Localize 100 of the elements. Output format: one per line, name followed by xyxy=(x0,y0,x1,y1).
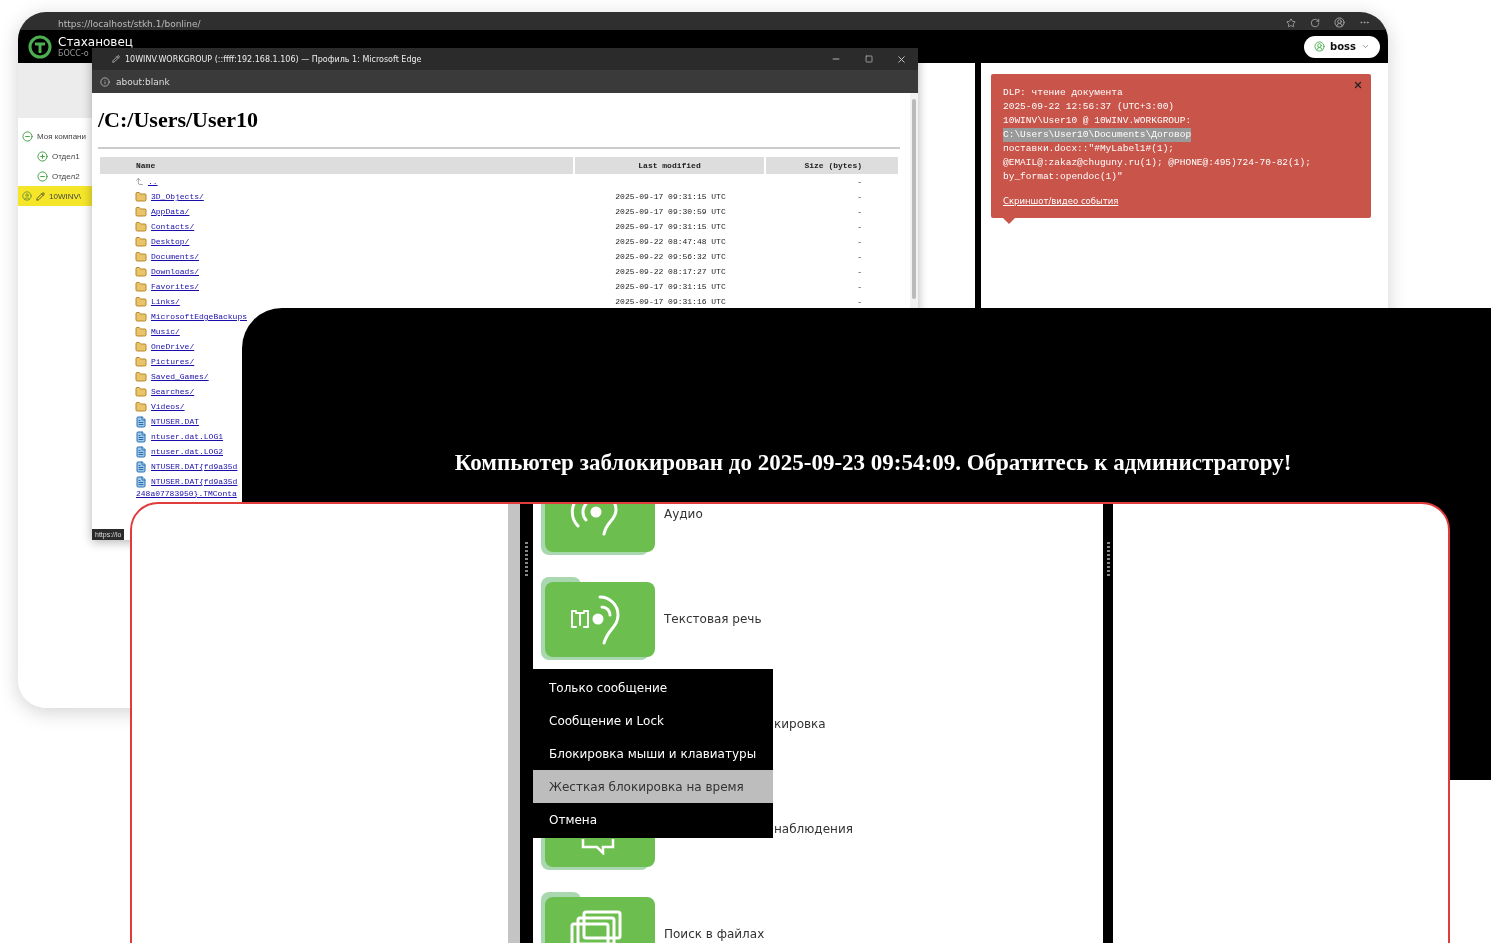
caret-icon xyxy=(1361,42,1370,51)
collapse-icon[interactable] xyxy=(22,130,33,142)
window-title: 10WINV.WORKGROUP (::ffff:192.168.1.106) — Профиль 1: Microsoft Edge xyxy=(125,54,422,64)
file-link[interactable]: .. xyxy=(148,177,158,186)
menu-item[interactable]: Блокировка мыши и клавиатуры xyxy=(533,737,773,770)
file-link[interactable]: Saved_Games/ xyxy=(151,372,209,381)
file-link[interactable]: OneDrive/ xyxy=(151,342,195,351)
close-icon xyxy=(896,53,907,65)
menu-item[interactable]: Сообщение и Lock xyxy=(533,704,773,737)
pencil-icon xyxy=(36,191,45,201)
file-link[interactable]: 248a07783950}.TMConta xyxy=(136,488,237,498)
folder-icon xyxy=(135,265,147,278)
file-size: - xyxy=(857,192,863,201)
tree-item[interactable]: Отдел1 xyxy=(18,146,92,166)
feature-tile[interactable] xyxy=(541,504,655,555)
folder-icon xyxy=(135,190,147,203)
file-link[interactable]: 3D_Objects/ xyxy=(151,192,204,201)
tree-item[interactable]: Моя компани xyxy=(18,126,92,146)
folder-icon xyxy=(135,325,147,338)
expand-icon[interactable] xyxy=(37,150,48,162)
file-link[interactable]: Favorites/ xyxy=(151,282,199,291)
file-size: - xyxy=(857,222,863,231)
file-link[interactable]: Music/ xyxy=(151,327,180,336)
modified-date: 2025-09-17 09:31:15 UTC xyxy=(615,192,726,201)
file-link[interactable]: NTUSER.DAT{fd9a35d xyxy=(151,477,238,486)
close-icon[interactable] xyxy=(1353,80,1363,90)
file-icon xyxy=(135,475,147,488)
file-link[interactable]: Contacts/ xyxy=(151,222,195,231)
modified-date: 2025-09-22 08:17:27 UTC xyxy=(615,267,726,276)
feature-tile[interactable] xyxy=(541,577,655,660)
app-name: Стахановец xyxy=(58,35,133,49)
folder-icon xyxy=(135,205,147,218)
info-icon[interactable] xyxy=(100,76,110,87)
folder-icon xyxy=(135,355,147,368)
modified-date: 2025-09-17 09:31:15 UTC xyxy=(615,222,726,231)
folder-icon xyxy=(135,400,147,413)
grip-handle[interactable] xyxy=(1106,542,1110,576)
file-size: - xyxy=(857,297,863,306)
file-link[interactable]: Pictures/ xyxy=(151,357,195,366)
modified-date: 2025-09-17 09:30:59 UTC xyxy=(615,207,726,216)
file-link[interactable]: Videos/ xyxy=(151,402,185,411)
user-circle-icon xyxy=(22,191,32,201)
up-arrow-icon xyxy=(135,177,144,186)
file-size: - xyxy=(857,282,863,291)
menu-item[interactable]: Жесткая блокировка на время xyxy=(533,770,773,803)
url-text[interactable]: https://localhost/stkh.1/bonline/ xyxy=(58,19,201,30)
folder-icon xyxy=(135,235,147,248)
file-size: - xyxy=(857,237,863,246)
file-icon xyxy=(135,445,147,458)
address-text[interactable]: about:blank xyxy=(116,76,170,87)
alert-text-line: 2025-09-22 12:56:37 (UTC+3:00) xyxy=(1003,100,1175,114)
tree-item-label: Отдел2 xyxy=(52,171,80,181)
menu-item[interactable]: Отмена xyxy=(533,803,773,836)
scrollbar[interactable] xyxy=(910,93,918,309)
folder-icon xyxy=(135,220,147,233)
feature-label: кировка xyxy=(774,716,826,731)
collapse-icon[interactable] xyxy=(37,170,48,182)
alert-text-line: 10WINV\User10 @ 10WINV.WORKGROUP: xyxy=(1003,114,1192,128)
file-link[interactable]: Downloads/ xyxy=(151,267,199,276)
grip-handle[interactable] xyxy=(525,542,528,576)
file-link[interactable]: Links/ xyxy=(151,297,180,306)
modified-date: 2025-09-17 09:31:15 UTC xyxy=(615,282,726,291)
alert-text-line: поставки.docx::"#MyLabel1#(1); xyxy=(1003,142,1175,156)
alert-text-line: @EMAIL@:zakaz@chuguny.ru(1); @PHONE@:495)724-70-82(1); xyxy=(1003,156,1311,170)
star-icon[interactable] xyxy=(1286,17,1296,28)
menu-item[interactable]: Только сообщение xyxy=(533,671,773,704)
tree-item[interactable]: Отдел2 xyxy=(18,166,92,186)
app-subtitle: БОСС-о xyxy=(58,48,90,58)
file-link[interactable]: AppData/ xyxy=(151,207,190,216)
file-link[interactable]: Documents/ xyxy=(151,252,199,261)
file-link[interactable]: Searches/ xyxy=(151,387,195,396)
file-link[interactable]: NTUSER.DAT{fd9a35d xyxy=(151,462,238,471)
folder-icon xyxy=(135,250,147,263)
folder-icon xyxy=(135,370,147,383)
tree-item[interactable]: 10WINV\ xyxy=(18,186,92,206)
feature-tile[interactable] xyxy=(541,836,655,870)
file-size: - xyxy=(857,207,863,216)
ear-text-icon xyxy=(572,597,618,643)
tree-item-label: 10WINV\ xyxy=(49,191,81,201)
user-menu-button[interactable]: boss xyxy=(1304,35,1380,58)
column-header: Size (bytes) xyxy=(766,157,898,174)
file-icon xyxy=(135,415,147,428)
refresh-icon[interactable] xyxy=(1310,17,1320,28)
tree-item-label: Отдел1 xyxy=(52,151,80,161)
file-link[interactable]: Desktop/ xyxy=(151,237,190,246)
file-link[interactable]: ntuser.dat.LOG1 xyxy=(151,432,223,441)
screenshot-link[interactable]: Скриншот/видео события xyxy=(1003,196,1119,206)
tree-item-label: Моя компани xyxy=(37,131,86,141)
folder-icon xyxy=(135,295,147,308)
logo-icon xyxy=(28,34,52,59)
file-link[interactable]: MicrosoftEdgeBackups xyxy=(151,312,247,321)
file-link[interactable]: ntuser.dat.LOG2 xyxy=(151,447,223,456)
file-link[interactable]: NTUSER.DAT xyxy=(151,417,199,426)
file-size: - xyxy=(857,252,863,261)
folder-icon xyxy=(135,340,147,353)
column-header: Last modified xyxy=(575,157,764,174)
folder-icon xyxy=(135,310,147,323)
profile-icon[interactable] xyxy=(1334,17,1345,28)
feature-label: Аудио xyxy=(664,506,703,521)
pencil-icon xyxy=(112,55,120,63)
